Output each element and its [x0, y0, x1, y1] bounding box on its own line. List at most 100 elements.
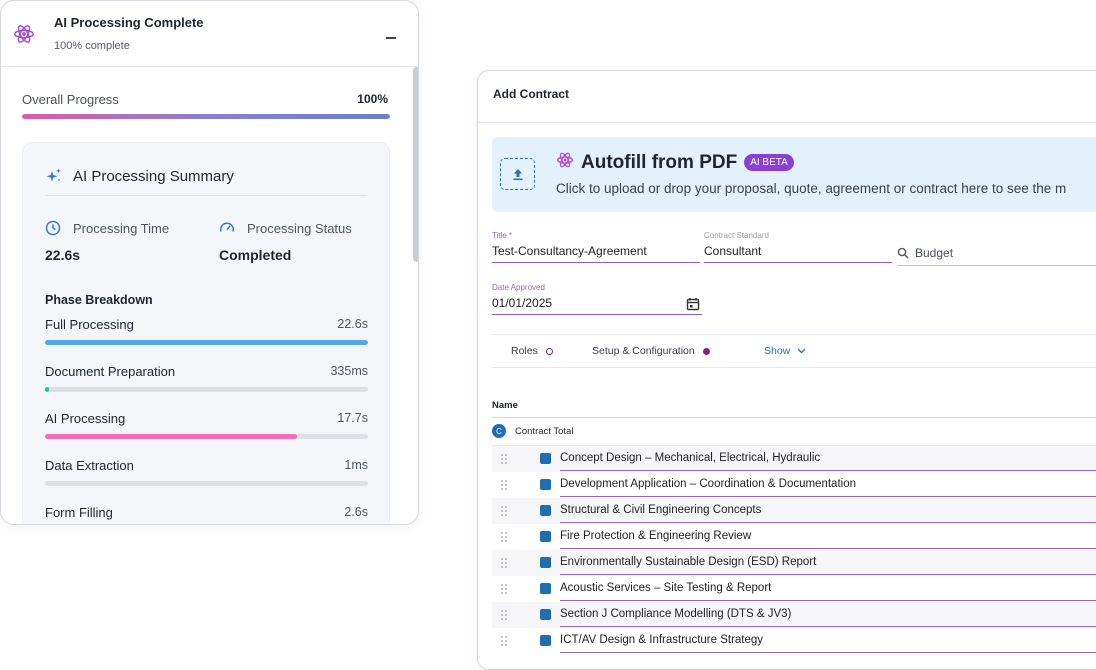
summary-heading: AI Processing Summary — [45, 167, 234, 185]
row-underline — [560, 548, 1096, 549]
drag-handle-icon[interactable] — [501, 610, 509, 620]
table-row[interactable]: Structural & Civil Engineering Concepts — [492, 498, 1096, 524]
phase-duration: 17.7s — [337, 411, 368, 425]
tab-roles-label: Roles — [511, 345, 538, 357]
phase-progress-fill — [45, 434, 297, 439]
atom-icon — [13, 23, 35, 50]
phase-name: Full Processing — [45, 317, 134, 332]
drag-handle-icon[interactable] — [501, 584, 509, 594]
title-input[interactable]: Test-Consultancy-Agreement — [492, 244, 700, 263]
summary-title: AI Processing Summary — [73, 167, 234, 185]
title-field-label: Title * — [492, 231, 513, 240]
phase-name: AI Processing — [45, 411, 126, 426]
item-color-icon — [540, 531, 551, 542]
row-underline — [560, 496, 1096, 497]
drag-handle-icon[interactable] — [501, 636, 509, 646]
processing-time-metric: Processing Time — [45, 220, 169, 236]
ai-panel-title: AI Processing Complete — [54, 15, 204, 30]
autofill-heading: Autofill from PDF AI BETA — [556, 151, 794, 174]
status-ring-icon — [545, 347, 553, 355]
overall-progress-value: 100% — [357, 92, 388, 106]
phase-duration: 335ms — [330, 364, 368, 378]
row-label: ICT/AV Design & Infrastructure Strategy — [560, 634, 764, 646]
table-row[interactable]: Section J Compliance Modelling (DTS & JV… — [492, 602, 1096, 628]
drag-handle-icon[interactable] — [501, 506, 509, 516]
name-column-header[interactable]: Name — [492, 400, 518, 411]
calendar-icon[interactable] — [686, 297, 700, 311]
ai-beta-badge: AI BETA — [744, 154, 794, 171]
item-color-icon — [540, 479, 551, 490]
ai-processing-panel: AI Processing Complete 100% complete Ove… — [0, 0, 419, 525]
show-toggle[interactable]: Show — [764, 345, 806, 357]
upload-icon[interactable] — [500, 158, 535, 190]
contract-standard-field[interactable]: Contract Standard Consultant — [704, 231, 892, 263]
autofill-title: Autofill from PDF — [581, 151, 738, 173]
table-row[interactable]: Concept Design – Mechanical, Electrical,… — [492, 446, 1096, 472]
phase-progress-bar — [45, 481, 368, 486]
phase-progress-fill — [45, 340, 368, 345]
processing-status-label: Processing Status — [247, 220, 352, 236]
tab-roles[interactable]: Roles — [511, 345, 553, 357]
table-row[interactable]: Environmentally Sustainable Design (ESD)… — [492, 550, 1096, 576]
scrollbar[interactable] — [413, 67, 418, 262]
date-approved-input[interactable]: 01/01/2025 — [492, 296, 702, 315]
item-color-icon — [540, 583, 551, 594]
row-label: Fire Protection & Engineering Review — [560, 530, 752, 542]
drag-handle-icon[interactable] — [501, 480, 509, 490]
table-row[interactable]: Development Application – Coordination &… — [492, 472, 1096, 498]
row-label: Concept Design – Mechanical, Electrical,… — [560, 452, 821, 464]
phase-breakdown-title: Phase Breakdown — [45, 293, 153, 307]
phase-name: Form Filling — [45, 505, 113, 520]
table-row[interactable]: Fire Protection & Engineering Review — [492, 524, 1096, 550]
phase-duration: 1ms — [344, 458, 368, 472]
row-label: Environmentally Sustainable Design (ESD)… — [560, 556, 817, 568]
table-row[interactable]: Acoustic Services – Site Testing & Repor… — [492, 576, 1096, 602]
contract-total-label: Contract Total — [515, 425, 574, 437]
budget-input[interactable]: Budget — [915, 246, 953, 260]
phase-progress-fill — [45, 387, 49, 392]
tab-setup-configuration[interactable]: Setup & Configuration — [592, 345, 710, 357]
divider — [492, 417, 1096, 418]
divider — [478, 122, 1096, 123]
item-color-icon — [540, 505, 551, 516]
contract-standard-select[interactable]: Consultant — [704, 244, 892, 263]
processing-status-metric: Processing Status — [219, 220, 352, 236]
phase-progress-bar — [45, 387, 368, 392]
divider — [492, 367, 1096, 368]
phase-duration: 2.6s — [344, 505, 368, 519]
drag-handle-icon[interactable] — [501, 558, 509, 568]
processing-time-label: Processing Time — [73, 220, 170, 236]
row-underline — [560, 574, 1096, 575]
gauge-icon — [219, 222, 235, 232]
overall-progress-label: Overall Progress — [22, 92, 119, 107]
item-color-icon — [540, 557, 551, 568]
table-row[interactable]: ICT/AV Design & Infrastructure Strategy — [492, 628, 1096, 654]
row-label: Acoustic Services – Site Testing & Repor… — [560, 582, 772, 594]
budget-search-field[interactable]: Budget — [897, 246, 1096, 266]
item-color-icon — [540, 453, 551, 464]
processing-summary-card: AI Processing Summary Processing Time 22… — [22, 142, 390, 524]
contract-total-row[interactable]: C Contract Total — [492, 424, 573, 438]
add-contract-window: Add Contract Autofill from PDF AI BETA C… — [477, 70, 1096, 670]
phase-progress-bar — [45, 434, 368, 439]
minimize-icon[interactable] — [386, 37, 396, 39]
drag-handle-icon[interactable] — [501, 532, 509, 542]
overall-progress-bar — [22, 114, 390, 119]
phase-name: Data Extraction — [45, 458, 134, 473]
row-underline — [560, 522, 1096, 523]
phase-progress-bar — [45, 340, 368, 345]
date-approved-field[interactable]: Date Approved 01/01/2025 — [492, 283, 702, 315]
autofill-dropzone[interactable]: Autofill from PDF AI BETA Click to uploa… — [492, 137, 1096, 212]
contract-window-title: Add Contract — [493, 87, 569, 101]
row-underline — [560, 626, 1096, 627]
atom-icon — [556, 151, 574, 174]
title-field[interactable]: Title * Test-Consultancy-Agreement — [492, 231, 700, 263]
drag-handle-icon[interactable] — [501, 454, 509, 464]
contract-standard-label: Contract Standard — [704, 231, 769, 240]
date-approved-label: Date Approved — [492, 283, 545, 292]
phase-duration: 22.6s — [337, 317, 368, 331]
row-label: Section J Compliance Modelling (DTS & JV… — [560, 608, 792, 620]
ai-panel-subtitle: 100% complete — [54, 40, 130, 52]
item-color-icon — [540, 609, 551, 620]
divider — [492, 334, 1096, 335]
